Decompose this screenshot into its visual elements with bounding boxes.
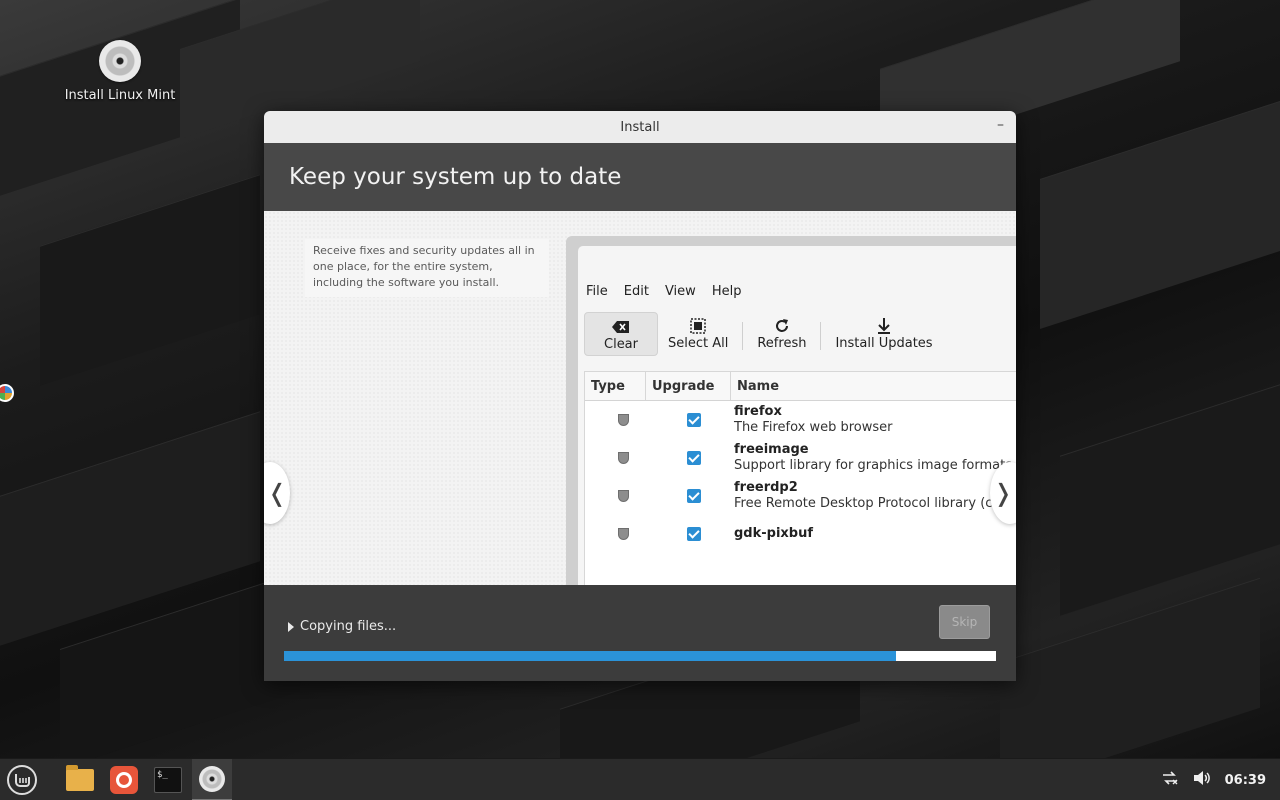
chevron-right-icon: ❭ bbox=[992, 479, 1014, 507]
slide-header: Keep your system up to date bbox=[264, 143, 1016, 211]
status-expander[interactable]: Copying files... bbox=[288, 619, 396, 634]
page-title: Keep your system up to date bbox=[289, 164, 622, 190]
shield-icon bbox=[618, 452, 629, 464]
toolbar-separator bbox=[820, 322, 822, 350]
checkbox-checked-icon bbox=[686, 489, 701, 503]
update-manager-window: File Edit View Help Clear Select All Ref… bbox=[578, 246, 1016, 585]
menu-help: Help bbox=[711, 284, 742, 299]
cd-icon bbox=[99, 40, 141, 82]
folder-icon bbox=[66, 765, 94, 791]
network-icon[interactable] bbox=[1161, 770, 1179, 790]
package-name: gdk-pixbuf bbox=[734, 526, 814, 541]
refresh-label: Refresh bbox=[757, 336, 807, 351]
table-row: gdk-pixbuf bbox=[585, 515, 1016, 553]
shield-icon bbox=[618, 490, 629, 502]
package-name: firefox bbox=[734, 404, 782, 419]
terminal-icon: $_ bbox=[154, 767, 182, 793]
slideshow: Receive fixes and security updates all i… bbox=[264, 211, 1016, 585]
taskbar: $_ 06:39 bbox=[0, 758, 1280, 800]
select-all-button: Select All bbox=[658, 312, 738, 356]
chevron-left-icon: ❬ bbox=[266, 479, 288, 507]
terminal-launcher[interactable]: $_ bbox=[148, 759, 188, 800]
table-row: firefox The Firefox web browser bbox=[585, 401, 1016, 439]
table-header: Type Upgrade Name bbox=[585, 372, 1016, 401]
package-description: Free Remote Desktop Protocol library (co… bbox=[734, 496, 1016, 511]
clear-label: Clear bbox=[604, 337, 638, 352]
update-manager-preview: File Edit View Help Clear Select All Ref… bbox=[566, 236, 1016, 585]
expander-triangle-icon bbox=[288, 621, 294, 632]
progress-bar bbox=[284, 651, 996, 661]
desktop-icon-install-linux-mint[interactable]: Install Linux Mint bbox=[60, 40, 180, 103]
mint-menu-button[interactable] bbox=[2, 759, 42, 800]
window-titlebar[interactable]: Install – bbox=[264, 111, 1016, 143]
package-description: The Firefox web browser bbox=[734, 420, 893, 435]
table-row: freeimage Support library for graphics i… bbox=[585, 439, 1016, 477]
checkbox-checked-icon bbox=[686, 413, 701, 427]
system-tray: 06:39 bbox=[1161, 759, 1266, 800]
window-title: Install bbox=[620, 119, 660, 135]
firefox-launcher[interactable] bbox=[104, 759, 144, 800]
install-window: Install – Keep your system up to date Re… bbox=[264, 111, 1016, 681]
select-all-label: Select All bbox=[668, 336, 729, 351]
preview-toolbar: Clear Select All Refresh Install Updates bbox=[584, 312, 943, 356]
package-name: freerdp2 bbox=[734, 480, 798, 495]
column-type: Type bbox=[585, 372, 646, 400]
progress-fill bbox=[284, 651, 897, 661]
previous-slide-button[interactable]: ❬ bbox=[264, 462, 290, 524]
desktop-icon-label: Install Linux Mint bbox=[64, 88, 176, 103]
menu-edit: Edit bbox=[623, 284, 649, 299]
files-launcher[interactable] bbox=[60, 759, 100, 800]
clear-button: Clear bbox=[584, 312, 658, 356]
table-row: freerdp2 Free Remote Desktop Protocol li… bbox=[585, 477, 1016, 515]
refresh-icon bbox=[757, 316, 806, 336]
package-description: Support library for graphics image forma… bbox=[734, 458, 1016, 473]
shield-icon bbox=[618, 414, 629, 426]
install-footer: Copying files... Skip bbox=[264, 585, 1016, 681]
menu-file: File bbox=[586, 284, 608, 299]
updates-table: Type Upgrade Name firefox The Firefox we… bbox=[584, 371, 1016, 585]
preview-menubar: File Edit View Help bbox=[586, 284, 757, 299]
download-icon bbox=[835, 316, 932, 336]
checkbox-checked-icon bbox=[686, 451, 701, 465]
install-updates-label: Install Updates bbox=[835, 336, 933, 351]
installer-task-button[interactable] bbox=[192, 759, 232, 800]
slide-caption: Receive fixes and security updates all i… bbox=[305, 239, 549, 297]
column-upgrade: Upgrade bbox=[646, 372, 731, 400]
menu-view: View bbox=[664, 284, 696, 299]
volume-icon[interactable] bbox=[1193, 770, 1211, 790]
cd-icon bbox=[199, 766, 225, 792]
toolbar-separator bbox=[742, 322, 744, 350]
select-all-icon bbox=[668, 316, 728, 336]
backspace-icon bbox=[595, 317, 647, 337]
package-name: freeimage bbox=[734, 442, 809, 457]
clock[interactable]: 06:39 bbox=[1225, 773, 1266, 788]
install-updates-button: Install Updates bbox=[825, 312, 942, 356]
checkbox-checked-icon bbox=[686, 527, 701, 541]
status-text: Copying files... bbox=[300, 619, 397, 634]
refresh-button: Refresh bbox=[747, 312, 816, 356]
shield-icon bbox=[618, 528, 629, 540]
firefox-icon bbox=[110, 766, 138, 794]
linux-mint-logo-icon bbox=[7, 765, 37, 795]
skip-button[interactable]: Skip bbox=[939, 605, 990, 639]
minimize-button[interactable]: – bbox=[997, 117, 1004, 133]
column-name: Name bbox=[731, 372, 1016, 400]
